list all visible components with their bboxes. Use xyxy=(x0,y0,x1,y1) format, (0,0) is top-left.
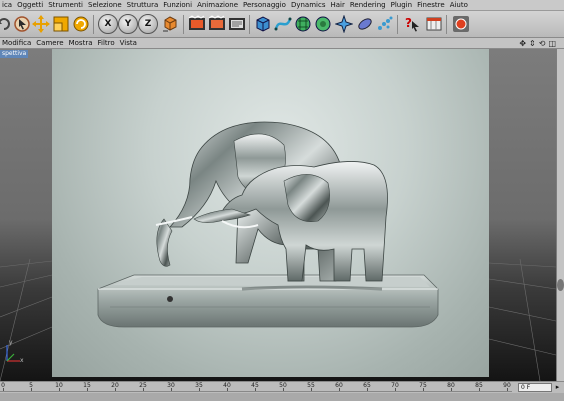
render-view-icon[interactable] xyxy=(187,14,207,34)
timeline-tick xyxy=(311,388,312,391)
svg-text:?: ? xyxy=(405,16,412,30)
menu-item-plugin[interactable]: Plugin xyxy=(389,0,415,11)
menu-item-functions[interactable]: Funzioni xyxy=(161,0,195,11)
coordinate-system-icon[interactable] xyxy=(160,14,180,34)
axis-x-label: x xyxy=(20,357,24,364)
timeline-tick xyxy=(171,388,172,391)
perspective-viewport[interactable]: spettiva y x xyxy=(0,49,556,381)
frame-stepper-icon[interactable]: ▸ xyxy=(553,383,562,392)
viewport-nav-icons: ✥ ⇕ ⟲ ◫ xyxy=(519,38,556,49)
subdivision-surface-icon[interactable] xyxy=(293,14,313,34)
viewport-menu-filter[interactable]: Filtro xyxy=(96,38,118,49)
menu-item-selection[interactable]: Selezione xyxy=(86,0,125,11)
timeline-ruler[interactable]: 0 5 10 15 20 25 30 35 40 45 50 55 60 65 70 75 80 85 90 xyxy=(0,382,512,392)
scale-tool-icon[interactable] xyxy=(51,14,71,34)
elephant-sculpture-render xyxy=(97,121,439,328)
menu-item-windows[interactable]: Finestre xyxy=(415,0,448,11)
scroll-handle-icon[interactable] xyxy=(557,279,564,291)
main-toolbar: X Y Z ? xyxy=(0,11,564,38)
spline-pen-icon[interactable] xyxy=(273,14,293,34)
viewport-menubar: Modifica Camere Mostra Filtro Vista ✥ ⇕ … xyxy=(0,38,564,49)
timeline-tick xyxy=(255,388,256,391)
menu-item-help[interactable]: Aiuto xyxy=(448,0,471,11)
toolbar-separator xyxy=(397,15,398,34)
menu-item-character[interactable]: Personaggio xyxy=(241,0,289,11)
move-tool-icon[interactable] xyxy=(31,14,51,34)
menu-item-rendering[interactable]: Rendering xyxy=(348,0,389,11)
timeline-tick xyxy=(283,388,284,391)
viewport-menu-edit[interactable]: Modifica xyxy=(0,38,34,49)
nurbs-generator-icon[interactable] xyxy=(313,14,333,34)
scene-object-icon[interactable] xyxy=(355,14,375,34)
timeline-tick xyxy=(227,388,228,391)
timeline-tick xyxy=(115,388,116,391)
orbit-icon[interactable]: ⟲ xyxy=(539,39,546,48)
timeline-tick xyxy=(199,388,200,391)
timeline-tick xyxy=(3,388,4,391)
timeline: 0 5 10 15 20 25 30 35 40 45 50 55 60 65 70 75 80 85 90 0 F… xyxy=(0,381,564,401)
timeline-tick xyxy=(59,388,60,391)
timeline-tick xyxy=(451,388,452,391)
timeline-tick xyxy=(31,388,32,391)
toolbar-separator xyxy=(93,15,94,34)
zoom-icon[interactable]: ⇕ xyxy=(529,39,536,48)
cube-primitive-icon[interactable] xyxy=(253,14,273,34)
z-axis-lock-button[interactable]: Z xyxy=(138,14,158,34)
deformer-icon[interactable] xyxy=(334,14,354,34)
menu-item-tools[interactable]: Strumenti xyxy=(46,0,86,11)
timeline-tick xyxy=(367,388,368,391)
record-keyframe-icon[interactable] xyxy=(451,14,471,34)
timeline-tick xyxy=(395,388,396,391)
menu-item-dynamics[interactable]: Dynamics xyxy=(289,0,329,11)
maximize-view-icon[interactable]: ◫ xyxy=(548,39,556,48)
viewport-menu-cameras[interactable]: Camere xyxy=(34,38,66,49)
render-picture-viewer-icon[interactable] xyxy=(207,14,227,34)
timeline-tick xyxy=(479,388,480,391)
viewport-label: spettiva xyxy=(0,50,29,58)
toolbar-separator xyxy=(249,15,250,34)
attribute-panel-edge xyxy=(556,49,564,381)
toolbar-separator xyxy=(183,15,184,34)
layout-manager-icon[interactable] xyxy=(424,14,444,34)
timeline-tick xyxy=(143,388,144,391)
transport-bar xyxy=(0,393,564,401)
menu-item-file[interactable]: ica xyxy=(0,0,15,11)
timeline-tick xyxy=(507,388,508,391)
current-frame-field[interactable]: 0 F xyxy=(518,383,552,392)
help-cursor-icon[interactable]: ? xyxy=(402,14,422,34)
viewport-menu-display[interactable]: Mostra xyxy=(67,38,96,49)
pan-icon[interactable]: ✥ xyxy=(519,39,526,48)
menu-item-structure[interactable]: Struttura xyxy=(125,0,162,11)
timeline-tick xyxy=(339,388,340,391)
menu-item-animation[interactable]: Animazione xyxy=(195,0,241,11)
y-axis-lock-button[interactable]: Y xyxy=(118,14,138,34)
rotate-tool-icon[interactable] xyxy=(71,14,91,34)
main-menubar: ica Oggetti Strumenti Selezione Struttur… xyxy=(0,0,564,11)
particle-emitter-icon[interactable] xyxy=(375,14,395,34)
menu-item-hair[interactable]: Hair xyxy=(328,0,347,11)
axis-y-label: y xyxy=(9,339,13,346)
render-region xyxy=(52,49,489,377)
viewport-menu-view[interactable]: Vista xyxy=(118,38,140,49)
timeline-tick xyxy=(423,388,424,391)
render-settings-icon[interactable] xyxy=(227,14,247,34)
live-selection-icon[interactable] xyxy=(12,14,32,34)
timeline-tick xyxy=(87,388,88,391)
x-axis-lock-button[interactable]: X xyxy=(98,14,118,34)
menu-item-objects[interactable]: Oggetti xyxy=(15,0,46,11)
toolbar-separator xyxy=(446,15,447,34)
